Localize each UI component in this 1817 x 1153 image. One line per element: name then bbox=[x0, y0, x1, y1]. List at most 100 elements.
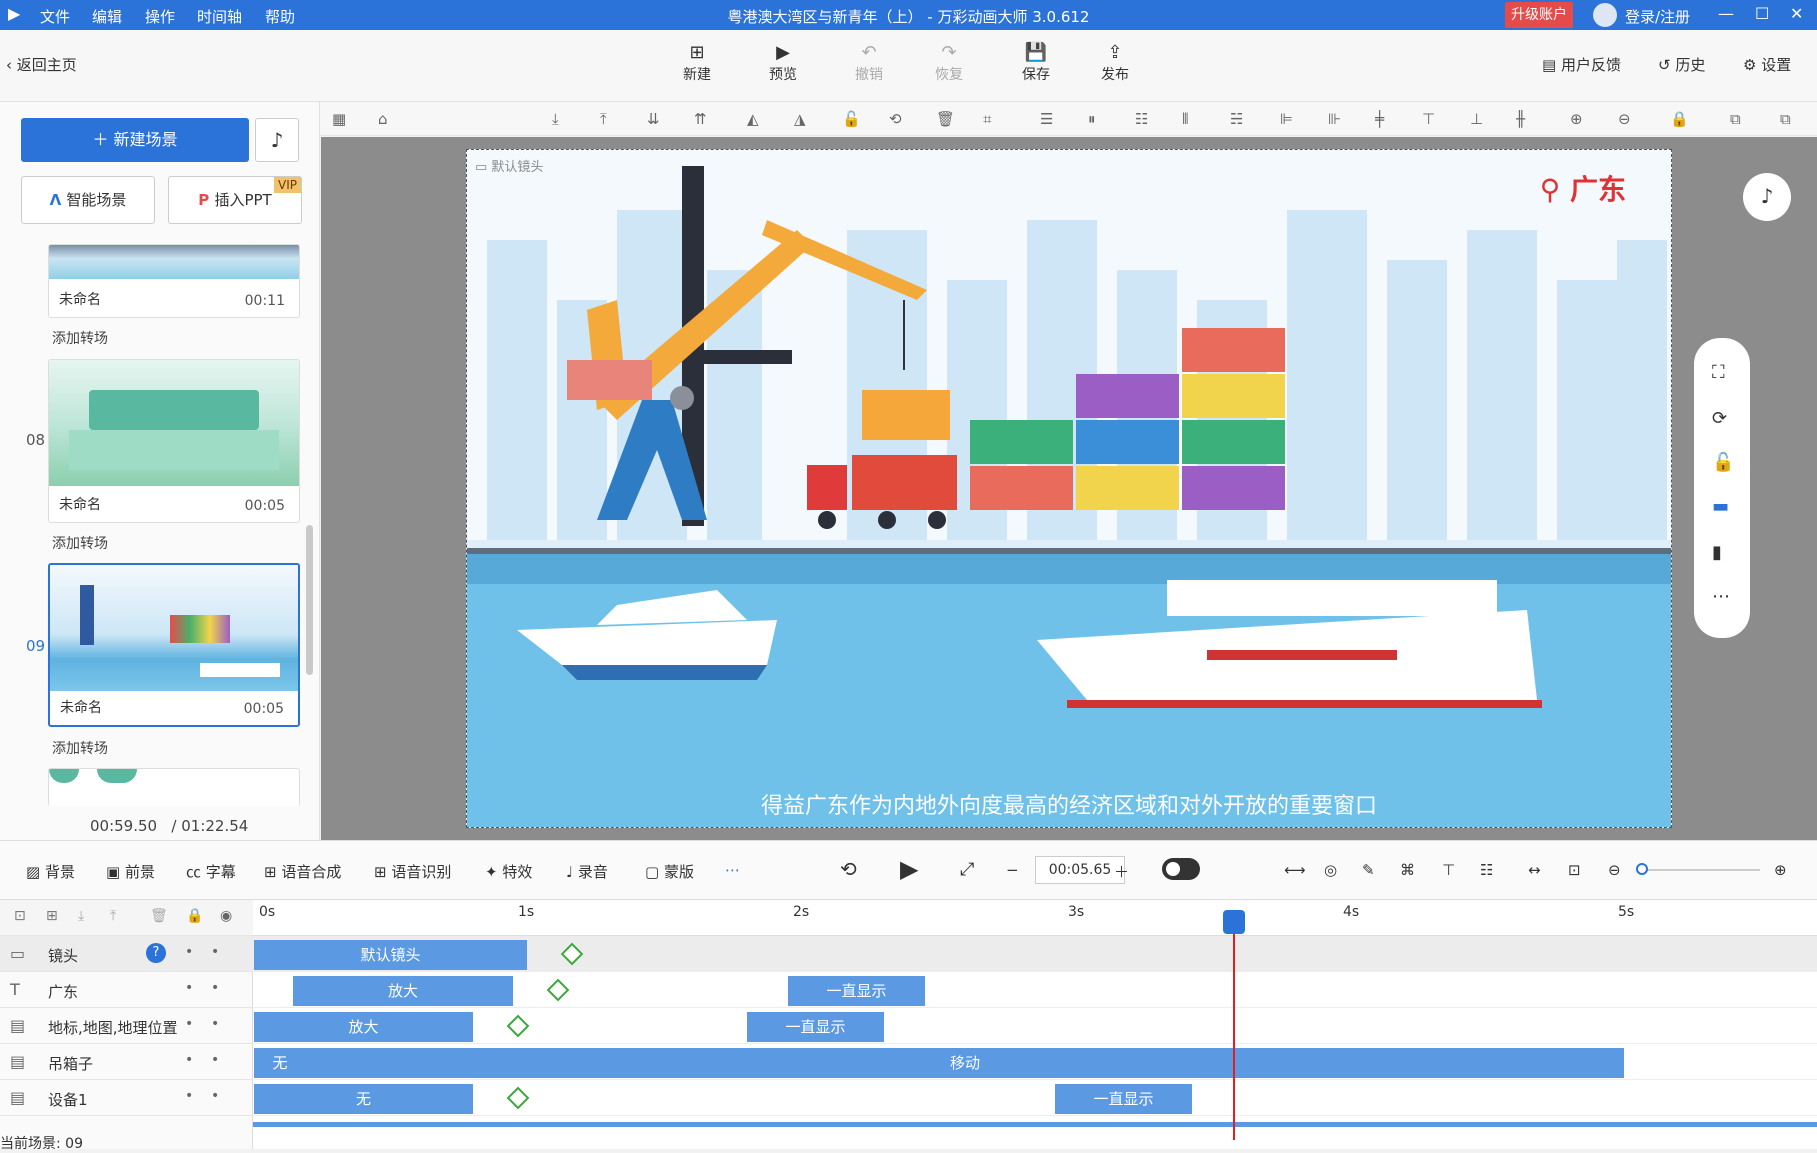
timeline-clip[interactable]: 放大 bbox=[254, 1012, 473, 1042]
timeline-clip[interactable]: 无 bbox=[254, 1084, 473, 1114]
adjust-icon[interactable]: ☷ bbox=[1480, 861, 1493, 879]
mobile-icon[interactable]: ▮ bbox=[1712, 542, 1722, 563]
time-ruler[interactable]: 0s 1s 2s 3s 4s 5s bbox=[253, 900, 1817, 936]
back-home-link[interactable]: ‹ 返回主页 bbox=[6, 54, 77, 75]
effects-button[interactable]: ✦ 特效 bbox=[485, 861, 532, 882]
zoom-slider[interactable] bbox=[1640, 869, 1760, 871]
align-left-icon[interactable]: ⊫ bbox=[1280, 110, 1293, 128]
upgrade-button[interactable]: 升级账户 bbox=[1505, 2, 1573, 28]
play-icon[interactable]: ▶ bbox=[900, 855, 918, 883]
zoom-out-timeline-icon[interactable]: ⊖ bbox=[1608, 861, 1621, 879]
timeline-clip[interactable]: 放大 bbox=[293, 976, 513, 1006]
screenshot-icon[interactable]: ◎ bbox=[1324, 861, 1337, 879]
send-back-icon[interactable]: ⇊ bbox=[647, 110, 660, 128]
rotate-icon[interactable]: ⟲ bbox=[889, 110, 902, 128]
more-tools-icon[interactable]: ⋯ bbox=[725, 861, 740, 879]
distribute-h-icon[interactable]: ⦀ bbox=[1182, 110, 1189, 128]
align-center-icon[interactable]: ╪ bbox=[1375, 110, 1384, 128]
track-row-label[interactable]: ▤ 地标,地图,地理位置 • • bbox=[0, 1008, 253, 1044]
timeline-clip[interactable]: 无 bbox=[254, 1048, 306, 1078]
speech-recognition-button[interactable]: ⊞ 语音识别 bbox=[374, 861, 451, 882]
music-button[interactable]: ♪ bbox=[255, 118, 299, 162]
track-row-label[interactable]: ▤ 吊箱子 • • bbox=[0, 1044, 253, 1080]
delete-icon[interactable]: 🗑 bbox=[936, 110, 955, 128]
settings-button[interactable]: ⚙ 设置 bbox=[1743, 54, 1791, 75]
fullscreen-icon[interactable]: ⛶ bbox=[1712, 362, 1725, 383]
unlock-icon[interactable]: 🔓 bbox=[1712, 452, 1734, 473]
move-down-icon[interactable]: ⤓ bbox=[552, 110, 559, 128]
layers-icon[interactable]: ▦ bbox=[332, 110, 346, 128]
fit-width-icon[interactable]: ↔ bbox=[1528, 861, 1541, 879]
align-right-icon[interactable]: ⊪ bbox=[1328, 110, 1341, 128]
history-button[interactable]: ↺ 历史 bbox=[1658, 54, 1705, 75]
subtitle-text[interactable]: 得益广东作为内地外向度最高的经济区域和对外开放的重要窗口 bbox=[467, 788, 1671, 820]
time-decrease-icon[interactable]: − bbox=[1006, 861, 1019, 879]
tts-button[interactable]: ⊞ 语音合成 bbox=[264, 861, 341, 882]
new-scene-button[interactable]: ＋ 新建场景 bbox=[21, 118, 249, 162]
playhead-handle[interactable] bbox=[1223, 910, 1245, 934]
scene-thumbnail[interactable]: 未命名 00:05 bbox=[48, 359, 300, 523]
delete-icon[interactable]: 🗑 bbox=[150, 908, 168, 924]
smart-scene-button[interactable]: Λ 智能场景 bbox=[21, 176, 155, 224]
align-middle-icon[interactable]: ⏸ bbox=[1088, 110, 1096, 128]
add-keyframe-icon[interactable] bbox=[506, 1014, 530, 1038]
scene-thumbnail-selected[interactable]: 未命名 00:05 bbox=[48, 563, 300, 727]
add-transition-link[interactable]: 添加转场 bbox=[52, 738, 108, 758]
move-up-icon[interactable]: ⤒ bbox=[110, 908, 116, 924]
add-keyframe-icon[interactable] bbox=[560, 942, 584, 966]
timeline-clip[interactable]: 一直显示 bbox=[747, 1012, 884, 1042]
stage-canvas[interactable]: ▭ 默认镜头 ⚲ 广东 得益广东作为内地外向度最高的经济区域和对外开放的重要窗口 bbox=[466, 149, 1672, 828]
record-button[interactable]: ♩ 录音 bbox=[566, 861, 608, 882]
mask-button[interactable]: ▢ 蒙版 bbox=[645, 861, 694, 882]
insert-ppt-button[interactable]: P 插入PPT VIP bbox=[168, 176, 302, 224]
move-down-icon[interactable]: ⤓ bbox=[78, 908, 84, 924]
add-keyframe-icon[interactable] bbox=[506, 1086, 530, 1110]
undo-button[interactable]: ↶ 撤销 bbox=[841, 42, 897, 84]
minimize-icon[interactable]: — bbox=[1718, 4, 1734, 23]
save-button[interactable]: 💾 保存 bbox=[1008, 42, 1064, 84]
scene-thumbnail[interactable] bbox=[48, 768, 300, 806]
timeline-clip[interactable]: 移动 bbox=[306, 1048, 1624, 1078]
timeline-clip[interactable]: 一直显示 bbox=[1055, 1084, 1192, 1114]
timeline-clip[interactable]: 一直显示 bbox=[788, 976, 925, 1006]
timeline-scrollbar[interactable] bbox=[253, 1122, 1817, 1127]
login-button[interactable]: 登录/注册 bbox=[1625, 6, 1690, 27]
more-icon[interactable]: ⋯ bbox=[1712, 586, 1730, 607]
foreground-button[interactable]: ▣ 前景 bbox=[106, 861, 155, 882]
copy-icon[interactable]: ⧉ bbox=[1730, 110, 1741, 128]
paste-icon[interactable]: ⧉ bbox=[1780, 110, 1791, 128]
expand-icon[interactable]: ⤢ bbox=[960, 859, 974, 880]
home-icon[interactable]: ⌂ bbox=[378, 110, 388, 128]
add-transition-link[interactable]: 添加转场 bbox=[52, 328, 108, 348]
background-button[interactable]: ▨ 背景 bbox=[26, 861, 75, 882]
align-top-icon[interactable]: ☰ bbox=[1040, 110, 1053, 128]
flip-vertical-icon[interactable]: ◮ bbox=[794, 110, 806, 128]
track-row-label[interactable]: ▤ 设备1 • • bbox=[0, 1080, 253, 1116]
zoom-in-icon[interactable]: ⊕ bbox=[1570, 110, 1583, 128]
publish-button[interactable]: ⇪ 发布 bbox=[1087, 42, 1143, 84]
distribute-v-icon[interactable]: ☵ bbox=[1230, 110, 1243, 128]
eye-icon[interactable]: ◉ bbox=[220, 908, 232, 924]
rewind-icon[interactable]: ⟲ bbox=[840, 857, 857, 881]
timecode-input[interactable]: 00:05.65 bbox=[1035, 856, 1125, 884]
location-title[interactable]: ⚲ 广东 bbox=[1540, 168, 1626, 208]
redo-button[interactable]: ↷ 恢复 bbox=[921, 42, 977, 84]
track-row-label[interactable]: T 广东 • • bbox=[0, 972, 253, 1008]
move-up-icon[interactable]: ⤒ bbox=[600, 110, 607, 128]
crop-icon[interactable]: ⌗ bbox=[983, 110, 991, 128]
help-icon[interactable]: ? bbox=[146, 943, 166, 963]
padlock-icon[interactable]: 🔒 bbox=[1670, 110, 1689, 128]
rotate-icon[interactable]: ⟳ bbox=[1712, 408, 1727, 429]
scene-list-scrollbar[interactable] bbox=[306, 525, 313, 675]
align-bottom-icon[interactable]: ☷ bbox=[1135, 110, 1148, 128]
toggle-switch[interactable] bbox=[1162, 858, 1200, 880]
feedback-button[interactable]: ▤ 用户反馈 bbox=[1542, 54, 1621, 75]
add-keyframe-icon[interactable] bbox=[546, 978, 570, 1002]
split-icon[interactable]: ⟷ bbox=[1284, 861, 1306, 879]
filter-icon[interactable]: ⊤ bbox=[1442, 861, 1455, 879]
path-icon[interactable]: ⌘ bbox=[1400, 861, 1415, 879]
music-floating-button[interactable]: ♪ bbox=[1743, 173, 1791, 221]
top-align-icon[interactable]: ⊤ bbox=[1422, 110, 1435, 128]
close-icon[interactable]: ✕ bbox=[1790, 4, 1803, 23]
scene-thumbnail[interactable]: 未命名 00:11 bbox=[48, 244, 300, 318]
